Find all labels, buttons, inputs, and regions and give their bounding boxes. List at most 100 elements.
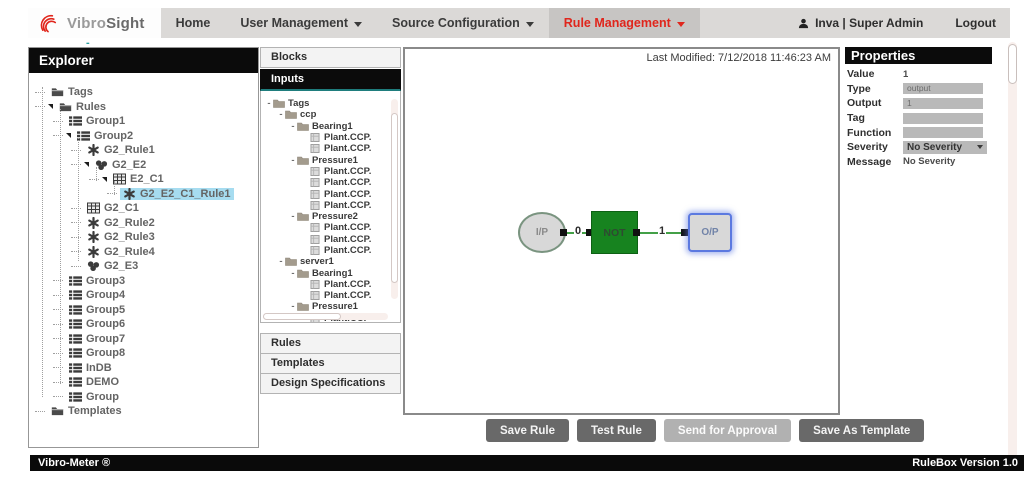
explorer-item-group8[interactable]: Group8 [29, 346, 258, 361]
explorer-item-demo[interactable]: DEMO [29, 375, 258, 390]
explorer-item-group4[interactable]: Group4 [29, 288, 258, 303]
input-tree-item-tags[interactable]: -Tags [261, 98, 400, 109]
test-rule-button[interactable]: Test Rule [577, 419, 656, 442]
input-tree-item-pressure1[interactable]: - Pressure1 [261, 301, 400, 312]
input-tree-label: Plant.CCP. [324, 166, 371, 177]
input-tree-item-pressure2[interactable]: -Pressure2 [261, 211, 400, 222]
tag-leaf-icon [309, 291, 321, 300]
explorer-item-group3[interactable]: Group3 [29, 274, 258, 289]
explorer-item-g2_rule1[interactable]: G2_Rule1 [29, 143, 258, 158]
section-blocks[interactable]: Blocks [260, 47, 401, 68]
severity-dropdown[interactable]: No Severity [903, 141, 987, 154]
collapse-toggle-icon[interactable]: - [289, 155, 297, 166]
collapse-toggle-icon[interactable]: - [289, 211, 297, 222]
expand-toggle-icon[interactable] [102, 177, 107, 182]
input-node[interactable]: I/P [518, 212, 566, 253]
nav-item-home[interactable]: Home [161, 8, 226, 38]
explorer-item-g2_c1[interactable]: G2_C1 [29, 201, 258, 216]
input-tree-item-ccp[interactable]: -ccp [261, 109, 400, 120]
explorer-item-g2_rule3[interactable]: G2_Rule3 [29, 230, 258, 245]
output-node[interactable]: O/P [688, 213, 732, 252]
explorer-item-group1[interactable]: Group1 [29, 114, 258, 129]
nav-item-rule-management[interactable]: Rule Management [549, 8, 700, 38]
user-account[interactable]: Inva | Super Admin [798, 16, 923, 30]
output-field[interactable]: 1 [903, 98, 983, 109]
chevron-down-icon [977, 145, 983, 149]
rule-canvas[interactable]: Last Modified: 7/12/2018 11:46:23 AM I/P… [403, 47, 840, 415]
input-tree-item-plant-ccp-[interactable]: Plant.CCP. [261, 188, 400, 199]
edge-1-label: 1 [658, 225, 666, 237]
input-tree-label: Pressure1 [312, 301, 358, 312]
input-tree-label: Plant.CCP. [324, 143, 371, 154]
explorer-item-templates[interactable]: Templates [29, 404, 258, 419]
brand-swirl-icon [38, 12, 61, 35]
save-rule-button[interactable]: Save Rule [486, 419, 569, 442]
collapse-toggle-icon[interactable]: - [265, 98, 273, 109]
port-not-out[interactable] [633, 229, 640, 236]
input-tree-item-plant-ccp-[interactable]: Plant.CCP. [261, 279, 400, 290]
explorer-item-group6[interactable]: Group6 [29, 317, 258, 332]
input-tree-item-plant-ccp-[interactable]: Plant.CCP. [261, 166, 400, 177]
function-field[interactable] [903, 127, 983, 138]
scrollbar-thumb[interactable] [263, 313, 341, 320]
port-output-in[interactable] [681, 229, 688, 236]
tag-field[interactable] [903, 113, 983, 124]
explorer-item-e2_c1[interactable]: E2_C1 [29, 172, 258, 187]
expand-toggle-icon[interactable] [48, 104, 53, 109]
save-as-template-button[interactable]: Save As Template [799, 419, 924, 442]
expand-toggle-icon[interactable] [84, 162, 89, 167]
explorer-item-indb[interactable]: InDB [29, 361, 258, 376]
tree-connector [71, 266, 81, 267]
asterisk-icon [87, 231, 100, 243]
explorer-item-g2_e3[interactable]: G2_E3 [29, 259, 258, 274]
input-tree-item-plant-ccp-[interactable]: Plant.CCP. [261, 143, 400, 154]
scrollbar-thumb[interactable] [391, 113, 398, 283]
input-tree-item-plant-ccp-[interactable]: Plant.CCP. [261, 222, 400, 233]
collapse-toggle-icon[interactable]: - [289, 301, 297, 312]
explorer-item-tags[interactable]: Tags [29, 85, 258, 100]
input-tree-item-plant-ccp-[interactable]: Plant.CCP. [261, 132, 400, 143]
collapse-toggle-icon[interactable]: - [277, 109, 285, 120]
nav-item-user-management[interactable]: User Management [225, 8, 377, 38]
port-input-out[interactable] [560, 229, 567, 236]
page-scrollbar[interactable] [1008, 42, 1017, 462]
section-design-specifications[interactable]: Design Specifications [260, 373, 401, 394]
palette-horizontal-scrollbar[interactable] [263, 313, 388, 320]
explorer-item-g2_rule4[interactable]: G2_Rule4 [29, 245, 258, 260]
section-rules[interactable]: Rules [260, 333, 401, 353]
section-inputs[interactable]: Inputs [260, 69, 401, 91]
not-gate-node[interactable]: NOT [591, 211, 638, 254]
explorer-item-g2_rule2[interactable]: G2_Rule2 [29, 216, 258, 231]
palette-vertical-scrollbar[interactable] [391, 99, 398, 299]
input-tree-item-plant-ccp-[interactable]: Plant.CCP. [261, 200, 400, 211]
input-tree-item-bearing1[interactable]: -Bearing1 [261, 267, 400, 278]
input-tree-item-server1[interactable]: -server1 [261, 256, 400, 267]
tree-connector [71, 150, 81, 151]
type-field[interactable]: output [903, 83, 983, 94]
section-templates[interactable]: Templates [260, 353, 401, 373]
input-tree-item-plant-ccp-[interactable]: Plant.CCP. [261, 234, 400, 245]
expand-toggle-icon[interactable] [66, 133, 71, 138]
explorer-item-group5[interactable]: Group5 [29, 303, 258, 318]
input-tree-item-pressure1[interactable]: -Pressure1 [261, 154, 400, 165]
explorer-item-g2_e2[interactable]: G2_E2 [29, 158, 258, 173]
explorer-item-group7[interactable]: Group7 [29, 332, 258, 347]
input-tree-item-plant-ccp-[interactable]: Plant.CCP. [261, 290, 400, 301]
input-tree-item-plant-ccp-[interactable]: Plant.CCP. [261, 177, 400, 188]
collapse-toggle-icon[interactable]: - [277, 256, 285, 267]
input-tree-item-bearing1[interactable]: -Bearing1 [261, 121, 400, 132]
nav-item-source-configuration[interactable]: Source Configuration [377, 8, 549, 38]
page-scrollbar-thumb[interactable] [1008, 44, 1017, 84]
tree-guide-line [96, 167, 97, 181]
collapse-toggle-icon[interactable]: - [289, 268, 297, 279]
input-tree-item-plant-ccp-[interactable]: Plant.CCP. [261, 245, 400, 256]
brand-logo[interactable]: VibroSight [28, 8, 161, 38]
explorer-item-group[interactable]: Group [29, 390, 258, 405]
collapse-toggle-icon[interactable]: - [289, 121, 297, 132]
explorer-item-rules[interactable]: Rules [29, 100, 258, 115]
property-row-value: Value1 [845, 67, 992, 82]
explorer-item-g2_e2_c1_rule1[interactable]: G2_E2_C1_Rule1 [29, 187, 258, 202]
explorer-item-group2[interactable]: Group2 [29, 129, 258, 144]
send-for-approval-button[interactable]: Send for Approval [664, 419, 791, 442]
logout-button[interactable]: Logout [955, 16, 996, 30]
